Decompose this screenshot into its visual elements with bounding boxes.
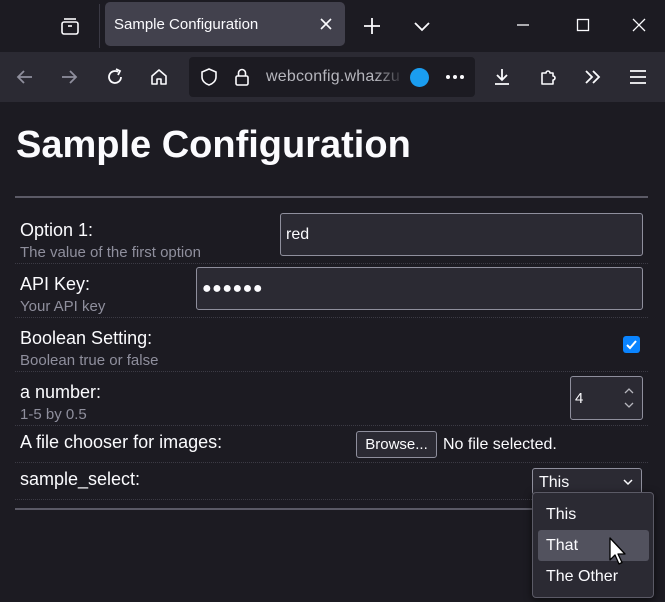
overflow-icon xyxy=(585,70,601,84)
close-icon xyxy=(320,18,332,30)
extensions-icon xyxy=(541,70,556,85)
number-value: 4 xyxy=(575,390,584,407)
setting-description: 1-5 by 0.5 xyxy=(20,406,87,423)
window-close-icon xyxy=(632,18,646,32)
select-option-that[interactable]: That xyxy=(538,530,649,561)
setting-row-number: a number: 1-5 by 0.5 4 xyxy=(15,372,648,426)
setting-description: Your API key xyxy=(20,298,106,315)
browse-button[interactable]: Browse... xyxy=(356,431,437,458)
downloads-button[interactable] xyxy=(486,61,518,93)
url-bar[interactable]: webconfig.whazzup xyxy=(189,57,475,97)
maximize-icon xyxy=(576,18,590,32)
navigation-toolbar: webconfig.whazzup xyxy=(0,52,665,102)
setting-row-option1: Option 1: The value of the first option … xyxy=(15,210,648,264)
setting-label: sample_select: xyxy=(20,469,141,489)
overflow-menu-button[interactable] xyxy=(577,61,609,93)
maximize-button[interactable] xyxy=(560,0,606,50)
new-tab-button[interactable] xyxy=(358,12,386,40)
checkmark-icon xyxy=(626,340,637,350)
title-bar: Sample Configuration xyxy=(0,0,665,52)
reload-button[interactable] xyxy=(99,61,131,93)
setting-description: The value of the first option xyxy=(20,244,201,261)
setting-label: Option 1: xyxy=(20,220,94,240)
setting-label: A file chooser for images: xyxy=(20,432,223,452)
window-close-button[interactable] xyxy=(616,0,662,50)
setting-label: Boolean Setting: xyxy=(20,328,153,348)
forward-icon xyxy=(62,70,78,84)
boolean-checkbox[interactable] xyxy=(623,336,640,353)
select-option-the-other[interactable]: The Other xyxy=(538,561,649,592)
active-tab[interactable]: Sample Configuration xyxy=(105,2,345,46)
page-actions-button[interactable] xyxy=(441,63,469,91)
download-icon xyxy=(495,69,509,85)
setting-label: a number: xyxy=(20,382,102,402)
select-dropdown: This That The Other xyxy=(532,492,654,598)
api-key-input[interactable]: ●●●●●● xyxy=(196,267,643,310)
spinner-icon[interactable] xyxy=(624,385,634,411)
tab-title: Sample Configuration xyxy=(114,16,259,33)
tab-list-button[interactable] xyxy=(56,12,84,40)
app-menu-button[interactable] xyxy=(622,61,654,93)
extensions-button[interactable] xyxy=(532,61,564,93)
sample-select[interactable]: This xyxy=(532,468,642,495)
back-icon xyxy=(16,70,32,84)
mouse-cursor-icon xyxy=(609,537,626,565)
page-title: Sample Configuration xyxy=(16,124,411,166)
tab-list-icon xyxy=(61,18,79,35)
more-icon xyxy=(446,75,464,79)
menu-icon xyxy=(630,70,646,84)
back-button[interactable] xyxy=(9,61,41,93)
option1-input[interactable]: red xyxy=(280,213,643,256)
select-option-this[interactable]: This xyxy=(538,499,649,530)
home-button[interactable] xyxy=(143,61,175,93)
minimize-icon xyxy=(517,24,529,26)
setting-row-file: A file chooser for images: Browse... No … xyxy=(15,426,648,463)
plus-icon xyxy=(364,18,380,34)
setting-description: Boolean true or false xyxy=(20,352,159,369)
minimize-button[interactable] xyxy=(500,0,546,50)
forward-button[interactable] xyxy=(53,61,85,93)
shield-icon xyxy=(201,68,217,86)
lock-icon xyxy=(235,68,249,86)
number-input[interactable]: 4 xyxy=(570,376,643,420)
tab-close-button[interactable] xyxy=(315,13,337,35)
chevron-down-icon xyxy=(414,22,430,32)
list-all-tabs-button[interactable] xyxy=(408,12,436,40)
setting-row-boolean: Boolean Setting: Boolean true or false xyxy=(15,318,648,372)
setting-label: API Key: xyxy=(20,274,91,294)
tab-separator xyxy=(99,4,100,48)
setting-row-api-key: API Key: Your API key ●●●●●● xyxy=(15,264,648,318)
file-status: No file selected. xyxy=(443,436,557,453)
reload-icon xyxy=(108,68,122,84)
chevron-down-icon xyxy=(623,479,633,486)
select-value: This xyxy=(539,474,570,491)
extension-indicator[interactable] xyxy=(410,68,429,87)
home-icon xyxy=(151,69,167,85)
divider xyxy=(15,196,648,198)
